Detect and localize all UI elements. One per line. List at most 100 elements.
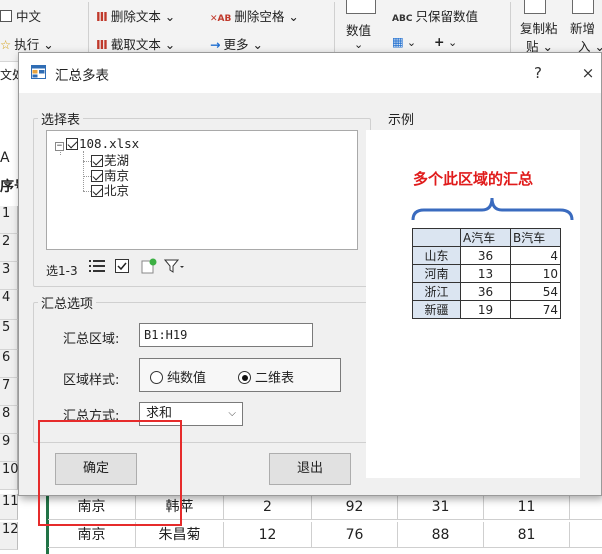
table-cell: 河南 bbox=[412, 264, 461, 283]
row-number[interactable]: 7 bbox=[0, 378, 18, 406]
row-number[interactable]: 2 bbox=[0, 234, 18, 262]
table-cell[interactable]: 2 bbox=[224, 494, 312, 520]
table-cell: 36 bbox=[460, 282, 511, 301]
ribbon-run-button[interactable]: ☆ 执行 ⌄ bbox=[0, 34, 54, 53]
table-cell[interactable]: 88 bbox=[398, 522, 484, 548]
region-input[interactable]: B1:H19 bbox=[139, 323, 313, 347]
select-tables-legend: 选择表 bbox=[41, 113, 81, 128]
radio-numeric-only[interactable]: 纯数值 bbox=[150, 367, 206, 386]
tree-node-child[interactable]: 芜湖 bbox=[91, 154, 129, 168]
tree-node-child[interactable]: 北京 bbox=[91, 184, 129, 198]
ribbon-delete-space-button[interactable]: ✕AB 删除空格 ⌄ bbox=[210, 6, 299, 25]
list-icon[interactable] bbox=[88, 258, 106, 274]
row-number[interactable]: 3 bbox=[0, 262, 18, 290]
ribbon-delete-text-button[interactable]: Ⅲ 删除文本 ⌄ bbox=[96, 6, 175, 25]
row-number[interactable]: 12 bbox=[0, 522, 19, 550]
row-number[interactable]: 8 bbox=[0, 406, 18, 434]
checkbox-checked-icon[interactable] bbox=[91, 185, 103, 197]
delete-text-icon: Ⅲ bbox=[96, 9, 108, 24]
tree-toolbar: 选1-3 bbox=[46, 258, 186, 280]
plus-icon: + bbox=[434, 34, 445, 49]
abc-icon: ABC bbox=[392, 14, 413, 24]
format-icon: ▦ bbox=[392, 34, 404, 49]
ribbon-insert-button[interactable]: 新增 bbox=[570, 18, 595, 37]
row-number[interactable]: 6 bbox=[0, 350, 18, 378]
row-number[interactable]: 4 bbox=[0, 290, 18, 320]
table-cell[interactable]: 31 bbox=[398, 494, 484, 520]
table-row: A汽车 B汽车 bbox=[412, 228, 561, 247]
example-legend: 示例 bbox=[388, 113, 415, 128]
collapse-icon[interactable]: − bbox=[55, 142, 64, 151]
numeric-icon bbox=[346, 0, 376, 14]
ribbon-separator bbox=[510, 2, 511, 58]
table-cell: 54 bbox=[510, 282, 561, 301]
copy-paste-icon bbox=[524, 0, 546, 14]
table-cell: 74 bbox=[510, 300, 561, 319]
checkbox-checked-icon[interactable] bbox=[91, 170, 103, 182]
row-number[interactable]: 1 bbox=[0, 206, 18, 234]
radio-2d-table[interactable]: 二维表 bbox=[238, 367, 294, 386]
table-cell: 10 bbox=[510, 264, 561, 283]
table-row: 河南 13 10 bbox=[412, 264, 561, 283]
checkbox-checked-icon[interactable] bbox=[66, 138, 78, 150]
tree-line bbox=[83, 191, 91, 192]
chevron-down-icon: ⌄ bbox=[354, 38, 364, 51]
table-cell[interactable]: 92 bbox=[312, 494, 398, 520]
ribbon-copy-paste-button[interactable]: 复制粘 bbox=[520, 18, 558, 37]
help-button[interactable]: ? bbox=[523, 59, 553, 87]
column-header-a: A bbox=[0, 150, 10, 166]
table-cell[interactable]: 76 bbox=[312, 522, 398, 548]
check-all-icon[interactable] bbox=[114, 258, 132, 274]
row-number[interactable]: 11 bbox=[0, 494, 19, 520]
ribbon-chinese-toggle[interactable]: 中文 bbox=[0, 6, 41, 25]
row-number[interactable]: 9 bbox=[0, 434, 18, 462]
exit-button[interactable]: 退出 bbox=[269, 453, 351, 485]
table-cell: 19 bbox=[460, 300, 511, 319]
run-icon: ☆ bbox=[0, 37, 12, 52]
row-number[interactable]: 5 bbox=[0, 320, 18, 350]
dialog-titlebar[interactable]: 汇总多表 ? × bbox=[19, 53, 601, 93]
select-tables-group: 选择表 −108.xlsx 芜湖 南京 北京 选1-3 bbox=[33, 109, 371, 287]
table-icon bbox=[31, 65, 46, 79]
table-cell: B汽车 bbox=[510, 228, 561, 247]
table-cell[interactable]: 81 bbox=[484, 522, 570, 548]
region-label: 汇总区域: bbox=[63, 332, 120, 347]
table-cell: 新疆 bbox=[412, 300, 461, 319]
table-cell[interactable]: 11 bbox=[484, 494, 570, 520]
chevron-down-icon: ⌵ bbox=[228, 408, 236, 419]
ribbon-keep-numeric-button[interactable]: ABC 只保留数值 bbox=[392, 6, 478, 25]
example-table: A汽车 B汽车 山东 36 4 河南 13 10 浙江 36 54 新疆 19 … bbox=[412, 228, 561, 319]
ribbon-format-dropdown[interactable]: ▦ ⌄ + ⌄ bbox=[392, 34, 457, 49]
chevron-down-icon: ⌄ bbox=[406, 36, 417, 49]
ribbon-numeric-button[interactable]: 数值 bbox=[346, 20, 371, 39]
table-row: 浙江 36 54 bbox=[412, 282, 561, 301]
highlight-annotation bbox=[38, 420, 182, 526]
table-cell: 13 bbox=[460, 264, 511, 283]
table-tree[interactable]: −108.xlsx 芜湖 南京 北京 bbox=[46, 130, 358, 250]
example-heading: 多个此区域的汇总 bbox=[412, 170, 533, 188]
new-item-icon[interactable] bbox=[140, 258, 158, 274]
table-cell: 浙江 bbox=[412, 282, 461, 301]
table-row: 山东 36 4 bbox=[412, 246, 561, 265]
tree-node-root[interactable]: −108.xlsx bbox=[55, 137, 139, 151]
table-cell: 36 bbox=[460, 246, 511, 265]
table-cell: 山东 bbox=[412, 246, 461, 265]
ribbon-separator bbox=[334, 2, 335, 58]
radio-icon bbox=[150, 371, 163, 384]
table-cell bbox=[412, 228, 461, 247]
region-style-label: 区域样式: bbox=[63, 373, 120, 388]
tree-node-child[interactable]: 南京 bbox=[91, 169, 129, 183]
table-cell[interactable]: 12 bbox=[224, 522, 312, 548]
ribbon-more-button[interactable]: → 更多 ⌄ bbox=[210, 34, 263, 53]
checkbox-checked-icon[interactable] bbox=[91, 155, 103, 167]
filter-icon[interactable] bbox=[164, 258, 186, 274]
table-cell: A汽车 bbox=[460, 228, 511, 247]
table-row: 新疆 19 74 bbox=[412, 300, 561, 319]
delete-space-icon: ✕AB bbox=[210, 14, 232, 24]
ribbon-extract-text-button[interactable]: Ⅲ 截取文本 ⌄ bbox=[96, 34, 175, 53]
arrow-right-icon: → bbox=[210, 37, 221, 52]
close-button[interactable]: × bbox=[573, 59, 602, 87]
summary-options-legend: 汇总选项 bbox=[41, 297, 94, 312]
row-number[interactable]: 10 bbox=[0, 462, 19, 490]
ribbon-separator bbox=[88, 2, 89, 58]
